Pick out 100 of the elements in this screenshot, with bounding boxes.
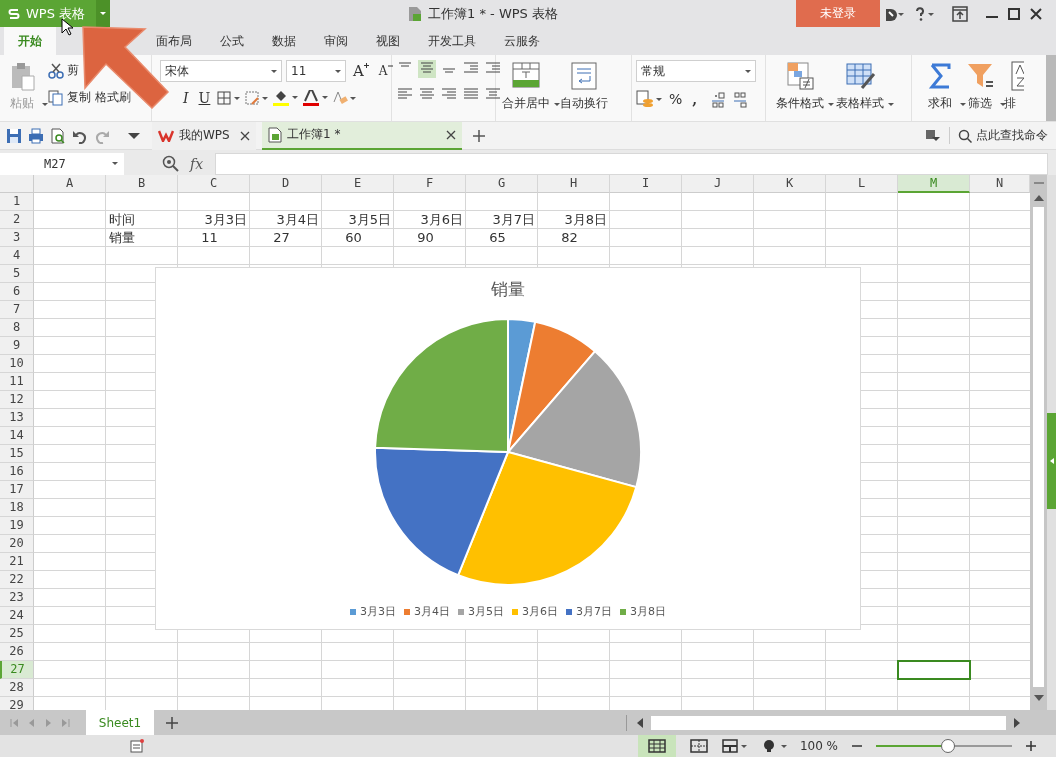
borders-icon[interactable] xyxy=(217,91,242,105)
ribbon-tab[interactable]: 视图 xyxy=(362,27,414,55)
skin-icon[interactable] xyxy=(884,6,904,21)
column-header[interactable]: J xyxy=(682,175,754,193)
shrink-font-button[interactable]: A xyxy=(375,64,396,78)
add-tab-icon[interactable] xyxy=(472,128,486,143)
grow-font-button[interactable]: A xyxy=(350,62,372,80)
row-header[interactable]: 13 xyxy=(0,409,34,427)
caret-icon[interactable] xyxy=(960,103,966,106)
split-handle-icon[interactable] xyxy=(1033,181,1044,185)
caret-icon[interactable] xyxy=(1000,103,1006,106)
column-header[interactable]: I xyxy=(610,175,682,193)
currency-icon[interactable] xyxy=(636,90,662,108)
upload-window-icon[interactable] xyxy=(952,5,968,22)
ribbon-tab[interactable]: 开发工具 xyxy=(414,27,490,55)
table-style-button[interactable]: 表格样式 xyxy=(834,60,886,112)
caret-icon[interactable] xyxy=(828,103,834,106)
row-header[interactable]: 4 xyxy=(0,247,34,265)
column-header[interactable]: C xyxy=(178,175,250,193)
row-header[interactable]: 14 xyxy=(0,427,34,445)
column-header[interactable]: G xyxy=(466,175,538,193)
ribbon-tab[interactable]: 开始 xyxy=(4,27,56,55)
caret-icon[interactable] xyxy=(888,103,894,106)
row-header[interactable]: 1 xyxy=(0,193,34,211)
caret-icon[interactable] xyxy=(112,162,118,165)
row-header[interactable]: 22 xyxy=(0,571,34,589)
row-header[interactable]: 2 xyxy=(0,211,34,229)
page-break-view-icon[interactable] xyxy=(689,739,708,753)
font-size-dropdown[interactable]: 11 xyxy=(286,60,346,82)
ribbon-tab[interactable]: 云服务 xyxy=(490,27,554,55)
close-icon[interactable] xyxy=(240,130,250,141)
column-header[interactable]: M xyxy=(898,175,970,193)
cut-button[interactable]: 剪 xyxy=(48,62,79,79)
print-icon[interactable] xyxy=(28,127,44,144)
row-header[interactable]: 11 xyxy=(0,373,34,391)
row-header[interactable]: 26 xyxy=(0,643,34,661)
page-layout-view-icon[interactable] xyxy=(721,739,748,753)
row-header[interactable]: 15 xyxy=(0,445,34,463)
row-header[interactable]: 21 xyxy=(0,553,34,571)
format-painter-button[interactable]: 格式刷 xyxy=(95,89,131,106)
column-header[interactable]: K xyxy=(754,175,826,193)
column-header[interactable]: F xyxy=(394,175,466,193)
formula-input[interactable] xyxy=(215,152,1048,175)
row-header[interactable]: 10 xyxy=(0,355,34,373)
font-color-icon[interactable] xyxy=(303,90,330,106)
close-icon[interactable] xyxy=(1030,7,1042,20)
scroll-up-icon[interactable] xyxy=(1033,195,1044,201)
ribbon-tab[interactable]: 数据 xyxy=(258,27,310,55)
row-header[interactable]: 17 xyxy=(0,481,34,499)
row-header[interactable]: 6 xyxy=(0,283,34,301)
row-header[interactable]: 20 xyxy=(0,535,34,553)
column-header[interactable]: L xyxy=(826,175,898,193)
save-icon[interactable] xyxy=(6,127,22,144)
maximize-icon[interactable] xyxy=(1008,7,1020,20)
ribbon-tab[interactable]: 公式 xyxy=(206,27,258,55)
column-header[interactable]: E xyxy=(322,175,394,193)
zoom-search-icon[interactable] xyxy=(162,154,180,173)
row-header[interactable]: 24 xyxy=(0,607,34,625)
caret-icon[interactable] xyxy=(335,69,341,73)
column-header[interactable]: B xyxy=(106,175,178,193)
caret-icon[interactable] xyxy=(271,69,277,73)
scroll-right-icon[interactable] xyxy=(1014,717,1020,728)
zoom-in-icon[interactable] xyxy=(1026,741,1036,751)
add-sheet-icon[interactable] xyxy=(166,716,178,729)
scroll-left-icon[interactable] xyxy=(637,717,643,728)
font-name-dropdown[interactable]: 宋体 xyxy=(160,60,282,82)
row-header[interactable]: 18 xyxy=(0,499,34,517)
row-header[interactable]: 27 xyxy=(0,661,34,679)
sum-button[interactable]: 求和 xyxy=(922,60,958,112)
underline-button[interactable]: U xyxy=(195,90,214,106)
print-preview-icon[interactable] xyxy=(50,127,66,144)
row-header[interactable]: 3 xyxy=(0,229,34,247)
conditional-format-button[interactable]: 条件格式 xyxy=(774,60,826,112)
sort-button[interactable]: 排 xyxy=(1002,60,1024,112)
column-header[interactable]: N xyxy=(970,175,1030,193)
dropdown-icon[interactable] xyxy=(128,131,140,140)
row-header[interactable]: 16 xyxy=(0,463,34,481)
comma-style-button[interactable]: , xyxy=(689,91,701,107)
percent-button[interactable]: % xyxy=(666,91,686,107)
row-header[interactable]: 23 xyxy=(0,589,34,607)
row-header[interactable]: 12 xyxy=(0,391,34,409)
merge-center-button[interactable]: 合并居中 xyxy=(500,60,552,112)
wrap-text-button[interactable]: 自动换行 xyxy=(558,60,610,112)
row-header[interactable]: 29 xyxy=(0,697,34,710)
caret-icon[interactable] xyxy=(554,103,560,106)
column-header[interactable]: H xyxy=(538,175,610,193)
italic-button[interactable]: I xyxy=(180,90,192,106)
reading-mode-icon[interactable] xyxy=(761,739,788,753)
name-box[interactable]: M27 xyxy=(0,152,124,175)
fill-color-icon[interactable] xyxy=(273,90,300,106)
ribbon-tab[interactable]: 面布局 xyxy=(142,27,206,55)
slider-thumb[interactable] xyxy=(940,739,955,753)
cell-style-icon[interactable] xyxy=(245,91,270,105)
help-icon[interactable] xyxy=(914,6,934,21)
pin-icon[interactable] xyxy=(925,128,941,143)
copy-button[interactable]: 复制 xyxy=(48,89,91,106)
side-panel-handle[interactable] xyxy=(1047,413,1056,509)
filter-button[interactable]: 筛选 xyxy=(962,60,998,112)
caret-icon[interactable] xyxy=(42,103,48,106)
ribbon-tab[interactable]: 审阅 xyxy=(310,27,362,55)
